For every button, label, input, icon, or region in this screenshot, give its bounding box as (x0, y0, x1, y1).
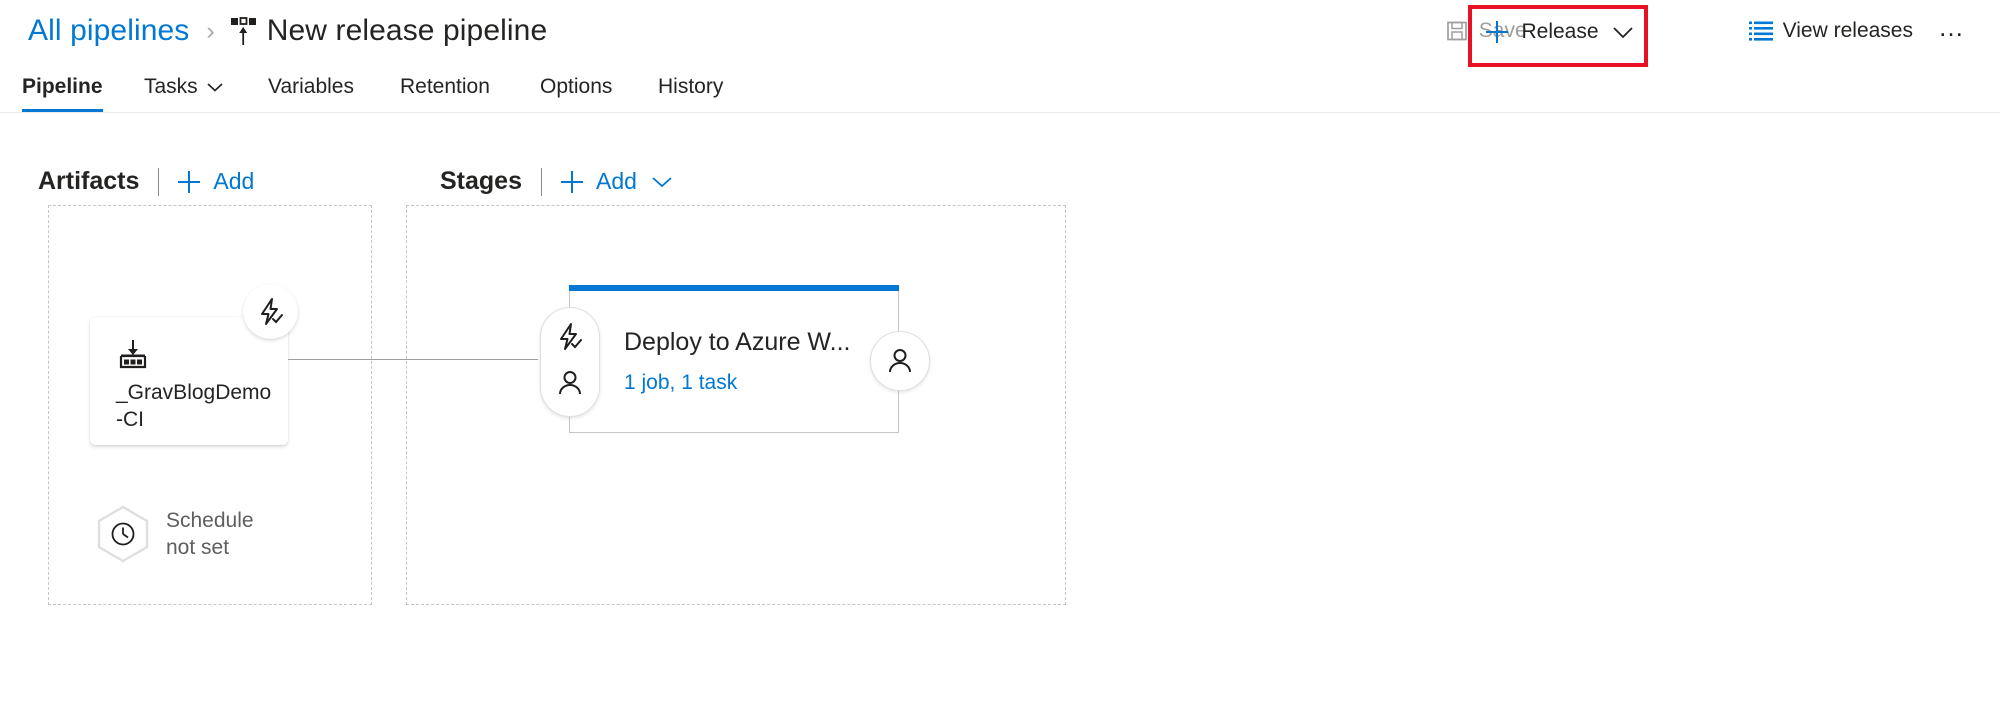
tab-history[interactable]: History (658, 62, 723, 112)
schedule-line2: not set (166, 536, 230, 559)
stage-card[interactable] (569, 291, 899, 433)
schedule-line1: Schedule (166, 509, 254, 532)
schedule-item[interactable]: Schedule not set (96, 505, 254, 563)
divider (158, 167, 160, 196)
release-label: Release (1521, 20, 1599, 43)
stage-jobs-tasks-link[interactable]: 1 job, 1 task (624, 371, 737, 395)
artifact-name: _GravBlogDemo-CI (116, 381, 272, 431)
chevron-down-icon[interactable] (652, 176, 672, 188)
tab-retention-label: Retention (400, 75, 490, 98)
chevron-down-icon[interactable] (207, 82, 223, 92)
pre-deployment-approval-icon (555, 368, 585, 403)
tab-retention[interactable]: Retention (400, 62, 490, 112)
schedule-label: Schedule not set (166, 507, 254, 561)
view-releases-label: View releases (1782, 19, 1913, 42)
plus-icon (1483, 18, 1511, 46)
clock-icon (96, 505, 150, 563)
tab-variables-label: Variables (268, 75, 354, 98)
view-releases-button[interactable]: View releases (1738, 11, 1924, 51)
tab-variables[interactable]: Variables (268, 62, 354, 112)
list-icon (1748, 20, 1773, 42)
stage-name: Deploy to Azure W... (624, 328, 851, 356)
breadcrumb: All pipelines › New release pipeline (28, 14, 547, 48)
artifact-stage-connector (288, 359, 538, 360)
page-header: All pipelines › New release pipeline Sav (0, 0, 2000, 67)
stages-panel-header: Stages Add (440, 167, 672, 196)
pipeline-icon (230, 17, 256, 47)
add-stage-button[interactable]: Add (559, 168, 637, 195)
tab-tasks[interactable]: Tasks (144, 62, 223, 112)
breadcrumb-all-pipelines-link[interactable]: All pipelines (28, 14, 189, 48)
pre-deployment-conditions-badge[interactable] (540, 307, 600, 417)
build-artifact-icon (118, 339, 148, 374)
tab-tasks-label: Tasks (144, 75, 198, 98)
add-artifact-button[interactable]: Add (176, 168, 254, 195)
save-icon (1445, 19, 1469, 43)
plus-icon (176, 169, 202, 195)
tab-pipeline-label: Pipeline (22, 75, 103, 98)
artifacts-panel-header: Artifacts Add (38, 167, 254, 196)
more-options-button[interactable]: … (1924, 12, 1976, 50)
tab-options-label: Options (540, 75, 613, 98)
release-button[interactable]: Release (1472, 10, 1644, 54)
page-title: New release pipeline (266, 14, 548, 47)
tab-options[interactable]: Options (540, 62, 612, 112)
divider (540, 167, 542, 196)
tab-active-indicator (22, 109, 103, 112)
stages-panel-title: Stages (440, 167, 522, 195)
pipeline-tabbar: Pipeline Tasks Variables Retention Optio… (0, 62, 2000, 113)
add-stage-label: Add (595, 168, 637, 194)
pre-deployment-trigger-icon (555, 322, 585, 357)
chevron-down-icon[interactable] (1612, 26, 1633, 39)
breadcrumb-separator: › (206, 16, 215, 45)
add-artifact-label: Add (213, 168, 255, 194)
tab-history-label: History (658, 75, 724, 98)
tab-pipeline[interactable]: Pipeline (22, 62, 103, 112)
pipeline-canvas: Artifacts Add _GravBlogDemo-CI Schedule … (0, 113, 2000, 715)
plus-icon (559, 169, 585, 195)
post-deployment-approval-icon[interactable] (870, 331, 930, 391)
continuous-deployment-trigger-icon[interactable] (243, 284, 298, 339)
artifacts-panel-title: Artifacts (38, 167, 140, 195)
